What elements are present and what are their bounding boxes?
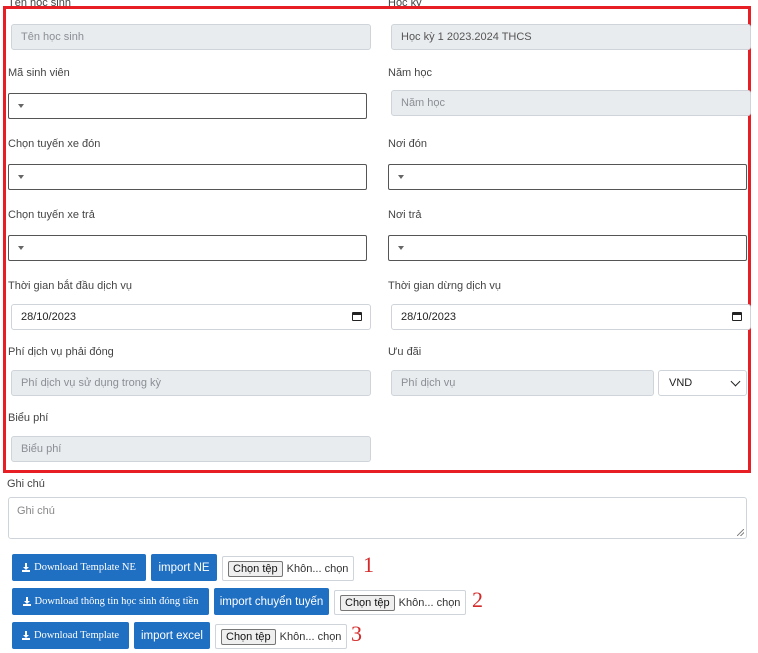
start-date-value: 28/10/2023 xyxy=(21,311,77,323)
semester-label: Học kỳ xyxy=(388,0,422,6)
chevron-down-icon xyxy=(730,376,741,387)
download-template-button[interactable]: Download Template xyxy=(12,622,129,649)
resize-grip-icon[interactable] xyxy=(737,529,744,536)
fee-schedule-label: Biểu phí xyxy=(8,412,49,424)
student-name-field[interactable]: Tên học sinh xyxy=(11,24,371,50)
download-student-payment-button[interactable]: Download thông tin học sinh đóng tiền xyxy=(12,588,209,615)
calendar-icon[interactable] xyxy=(352,312,362,321)
start-date-label: Thời gian bắt đầu dịch vụ xyxy=(8,280,133,292)
notes-label: Ghi chú xyxy=(7,478,45,490)
discount-label: Ưu đãi xyxy=(388,346,422,358)
end-date-label: Thời gian dừng dịch vụ xyxy=(388,280,502,292)
caret-down-icon xyxy=(398,246,404,250)
file-input-1[interactable]: Chọn tệp Khôn... chọn xyxy=(222,556,354,581)
start-date-input[interactable]: 28/10/2023 xyxy=(11,304,371,330)
dropoff-route-select[interactable] xyxy=(8,235,367,261)
download-template-ne-label: Download Template NE xyxy=(34,562,136,573)
semester-field: Học kỳ 1 2023.2024 THCS xyxy=(391,24,751,50)
import-route-change-button[interactable]: import chuyển tuyến xyxy=(214,588,329,615)
calendar-icon[interactable] xyxy=(732,312,742,321)
caret-down-icon xyxy=(18,246,24,250)
download-icon xyxy=(22,597,31,606)
dropoff-route-label: Chọn tuyến xe trả xyxy=(8,209,95,221)
end-date-input[interactable]: 28/10/2023 xyxy=(391,304,751,330)
notes-textarea[interactable]: Ghi chú xyxy=(8,497,747,539)
student-name-label: Tên học sinh xyxy=(8,0,71,6)
import-ne-button[interactable]: import NE xyxy=(151,554,217,581)
notes-placeholder: Ghi chú xyxy=(17,505,55,517)
annotation-number-2: 2 xyxy=(472,587,483,612)
file-input-3[interactable]: Chọn tệp Khôn... chọn xyxy=(215,624,347,649)
pickup-route-select[interactable] xyxy=(8,164,367,190)
choose-file-button[interactable]: Chọn tệp xyxy=(221,628,276,645)
student-id-label: Mã sinh viên xyxy=(8,67,70,79)
download-template-ne-button[interactable]: Download Template NE xyxy=(12,554,146,581)
download-icon xyxy=(22,563,31,572)
pickup-place-label: Nơi đón xyxy=(388,138,428,150)
download-student-payment-label: Download thông tin học sinh đóng tiền xyxy=(34,596,199,607)
import-excel-button[interactable]: import excel xyxy=(134,622,210,649)
fee-field[interactable]: Phí dịch vụ sử dụng trong kỳ xyxy=(11,370,371,396)
annotation-number-1: 1 xyxy=(363,552,374,577)
caret-down-icon xyxy=(18,175,24,179)
school-year-field[interactable]: Năm học xyxy=(391,90,751,116)
file-status: Khôn... chọn xyxy=(279,630,342,643)
discount-field[interactable]: Phí dịch vụ xyxy=(391,370,654,396)
file-status: Khôn... chọn xyxy=(398,596,461,609)
download-template-label: Download Template xyxy=(33,630,120,641)
download-icon xyxy=(21,631,30,640)
student-id-select[interactable] xyxy=(8,93,367,119)
pickup-place-select[interactable] xyxy=(388,164,747,190)
school-year-label: Năm học xyxy=(388,67,433,79)
choose-file-button[interactable]: Chọn tệp xyxy=(228,560,283,577)
dropoff-place-label: Nơi trả xyxy=(388,209,422,221)
fee-label: Phí dịch vụ phải đóng xyxy=(8,346,114,358)
pickup-route-label: Chọn tuyến xe đón xyxy=(8,138,101,150)
currency-value: VND xyxy=(669,377,693,389)
caret-down-icon xyxy=(398,175,404,179)
currency-select[interactable]: VND xyxy=(658,370,747,396)
fee-schedule-field[interactable]: Biểu phí xyxy=(11,436,371,462)
annotation-number-3: 3 xyxy=(351,621,362,646)
file-input-2[interactable]: Chọn tệp Khôn... chọn xyxy=(334,590,466,615)
caret-down-icon xyxy=(18,104,24,108)
file-status: Khôn... chọn xyxy=(286,562,349,575)
end-date-value: 28/10/2023 xyxy=(401,311,457,323)
choose-file-button[interactable]: Chọn tệp xyxy=(340,594,395,611)
dropoff-place-select[interactable] xyxy=(388,235,747,261)
